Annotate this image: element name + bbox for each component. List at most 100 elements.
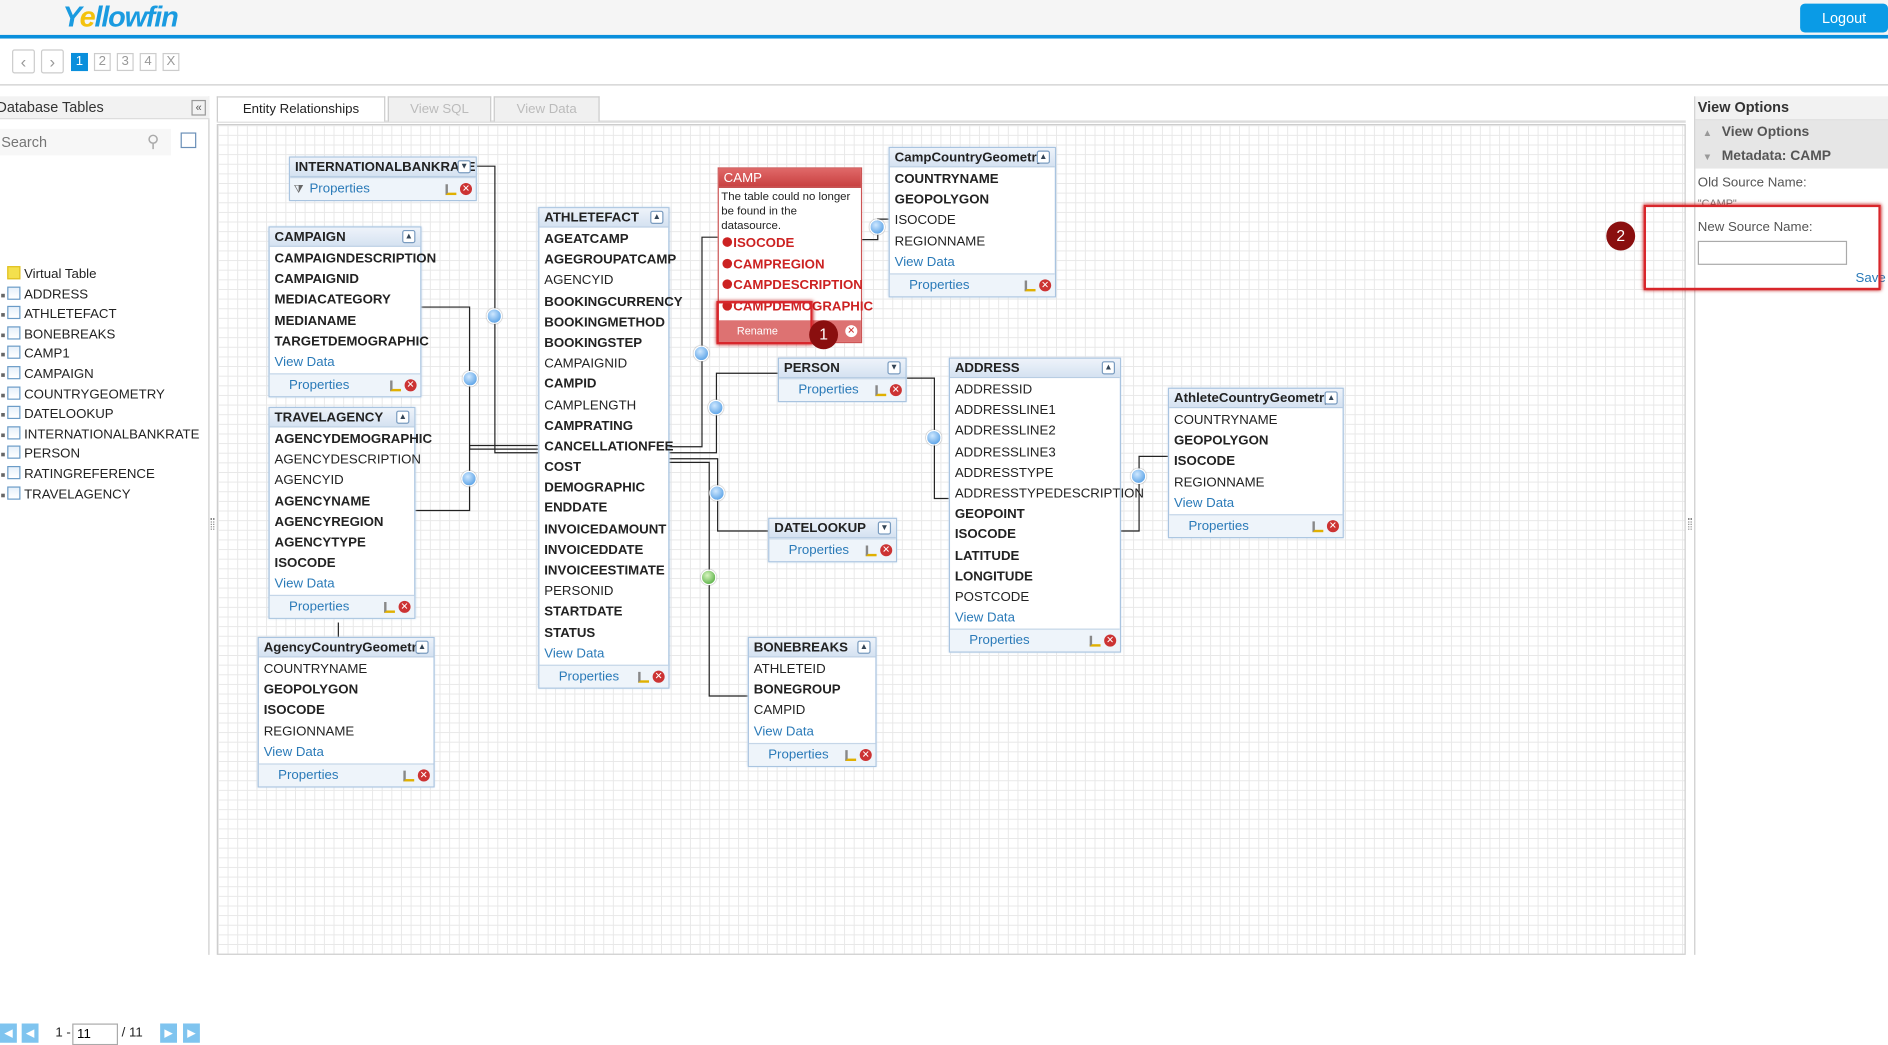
table-header[interactable]: CampCountryGeometry ▲ (889, 148, 1055, 168)
chevron-left-icon[interactable]: ‹ (12, 49, 35, 74)
expand-icon[interactable] (1, 453, 5, 457)
table-list-item[interactable]: RATINGREFERENCE (1, 465, 155, 484)
remove-icon[interactable]: ✕ (417, 769, 430, 782)
relationship-line[interactable] (421, 306, 539, 450)
table-header[interactable]: CAMPAIGN ▲ (269, 227, 421, 247)
view-data-link[interactable]: View Data (539, 644, 668, 664)
relationship-line[interactable] (669, 372, 778, 454)
field[interactable]: AGENCYDESCRIPTION (270, 451, 421, 472)
expand-icon[interactable]: ▼ (457, 160, 471, 174)
table-list-item[interactable]: PERSON (1, 445, 80, 464)
properties-link[interactable]: Properties (1188, 519, 1248, 533)
field[interactable]: GEOPOLYGON (890, 190, 1055, 211)
field[interactable]: AGENCYID (270, 471, 414, 492)
field[interactable]: MEDIACATEGORY (270, 291, 421, 312)
field[interactable]: ISOCODE (270, 554, 414, 575)
properties-link[interactable]: Properties (909, 278, 969, 292)
properties-link[interactable]: Properties (559, 669, 619, 683)
table-header[interactable]: ADDRESS ▲ (950, 358, 1120, 379)
entity-table[interactable]: CAMPAIGN ▲ CAMPAIGNDESCRIPTION CAMPAIGNID ME… (268, 226, 436, 398)
field[interactable]: ADDRESSLINE1 (950, 401, 1120, 422)
collapse-icon[interactable]: ▲ (1324, 391, 1338, 405)
field[interactable]: POSTCODE (950, 587, 1120, 608)
expand-icon[interactable] (1, 433, 5, 437)
join-icon[interactable] (1024, 280, 1036, 292)
entity-table[interactable]: ADDRESS ▲ ADDRESSID ADDRESSLINE1 ADDRESSLINE… (948, 357, 1144, 653)
field[interactable]: LONGITUDE (950, 567, 1120, 588)
step-4[interactable]: 4 (139, 52, 157, 72)
field[interactable]: ISOCODE (950, 525, 1120, 546)
relationship-line[interactable] (476, 165, 539, 454)
field[interactable]: ADDRESSLINE3 (950, 443, 1120, 464)
field[interactable]: CAMPLENGTH (539, 396, 668, 417)
join-key-icon[interactable] (462, 370, 479, 387)
join-icon[interactable] (384, 602, 395, 614)
collapse-icon[interactable]: ▲ (402, 229, 416, 244)
field[interactable]: LATITUDE (950, 546, 1120, 567)
expand-icon[interactable]: ▼ (887, 361, 901, 375)
properties-link[interactable]: Properties (289, 600, 349, 614)
entity-table[interactable]: BONEBREAKS ▲ ATHLETEID BONEGROUP CAMPID View … (747, 636, 877, 767)
field[interactable]: COST (539, 458, 668, 479)
join-key-icon[interactable] (486, 308, 503, 324)
join-key-icon[interactable] (925, 429, 942, 446)
properties-link[interactable]: Properties (969, 633, 1029, 647)
expand-icon[interactable] (1, 373, 5, 377)
step-1[interactable]: 1 (71, 52, 88, 72)
table-list-item[interactable]: ADDRESS (1, 285, 88, 304)
field[interactable]: AGEATCAMP (539, 230, 668, 251)
chevron-right-icon[interactable]: › (40, 49, 64, 74)
join-key-icon[interactable] (700, 569, 717, 586)
join-icon[interactable] (638, 671, 650, 683)
entity-table[interactable]: DATELOOKUP ▼ Properties ✕ (768, 517, 898, 563)
next-page-icon[interactable]: ▶ (160, 1023, 178, 1043)
view-data-link[interactable]: View Data (1169, 493, 1342, 513)
table-list-item[interactable]: TRAVELAGENCY (1, 485, 131, 504)
tab-view-data[interactable]: View Data (493, 96, 600, 122)
field[interactable]: STATUS (539, 623, 668, 644)
table-header[interactable]: INTERNATIONALBANKRATE ▼ (290, 157, 476, 178)
field[interactable]: REGIONNAME (1169, 473, 1342, 494)
field[interactable]: ENDDATE (539, 499, 668, 520)
field[interactable]: AGENCYREGION (270, 513, 414, 534)
join-icon[interactable] (845, 749, 857, 761)
remove-icon[interactable]: ✕ (889, 384, 902, 397)
field[interactable]: COUNTRYNAME (1169, 411, 1342, 432)
splitter-handle[interactable] (1688, 517, 1692, 530)
page-input[interactable] (72, 1023, 119, 1045)
er-diagram-canvas[interactable]: INTERNATIONALBANKRATE ▼ ⧩ Properties ✕ CAMPA… (216, 124, 1686, 955)
entity-table[interactable]: PERSON ▼ Properties ✕ (777, 357, 907, 403)
field[interactable]: ADDRESSLINE2 (950, 422, 1120, 443)
view-data-link[interactable]: View Data (270, 353, 421, 373)
join-icon[interactable] (1089, 635, 1101, 647)
remove-icon[interactable]: ✕ (398, 601, 411, 614)
field[interactable]: CAMPID (539, 375, 668, 396)
table-header[interactable]: BONEBREAKS ▲ (748, 638, 876, 658)
join-key-icon[interactable] (869, 219, 886, 235)
join-key-icon[interactable] (709, 485, 725, 501)
entity-table[interactable]: ATHLETEFACT ▲ AGEATCAMP AGEGROUPATCAMP AGENC… (538, 207, 683, 689)
section-view-options[interactable]: ▲ View Options (1695, 120, 1888, 145)
search-input[interactable] (0, 128, 171, 156)
table-list-item[interactable]: Virtual Table (7, 265, 96, 284)
table-list-item[interactable]: CAMPAIGN (1, 365, 94, 384)
properties-link[interactable]: Properties (309, 182, 369, 196)
expand-icon[interactable] (1, 313, 5, 317)
field[interactable]: BOOKINGMETHOD (539, 313, 668, 334)
join-key-icon[interactable] (708, 399, 724, 416)
field[interactable]: AGENCYNAME (270, 492, 414, 513)
field[interactable]: REGIONNAME (259, 722, 434, 743)
field[interactable]: BOOKINGSTEP (539, 333, 668, 354)
expand-icon[interactable] (1, 333, 5, 337)
join-icon[interactable] (390, 380, 401, 392)
collapse-icon[interactable]: ▲ (1101, 361, 1115, 375)
entity-table[interactable]: AthleteCountryGeometry ▲ COUNTRYNAME GEOPOL… (1167, 387, 1344, 538)
expand-icon[interactable] (1, 493, 5, 497)
field[interactable]: CAMPRATING (539, 416, 668, 437)
expand-icon[interactable] (1, 353, 5, 357)
view-data-link[interactable]: View Data (270, 575, 414, 595)
field[interactable]: INVOICEDAMOUNT (539, 520, 668, 541)
remove-icon[interactable]: ✕ (1326, 519, 1339, 532)
field[interactable]: ADDRESSID (950, 380, 1120, 401)
remove-icon[interactable]: ✕ (880, 544, 893, 557)
